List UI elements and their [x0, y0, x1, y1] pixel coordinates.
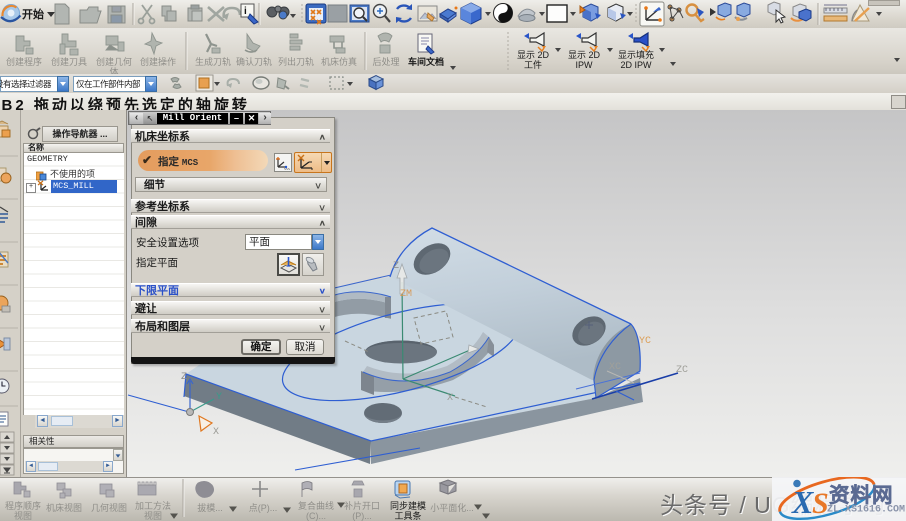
svg-text:ZM: ZM [400, 289, 412, 300]
svg-text:i: i [244, 6, 247, 17]
svg-text:Z: Z [181, 372, 187, 383]
svg-text:资料网: 资料网 [829, 483, 894, 507]
svg-text:X: X [447, 393, 453, 404]
svg-text:ZL.XS1616.COM: ZL.XS1616.COM [827, 505, 905, 516]
svg-text:YC: YC [639, 336, 651, 347]
svg-text:Z: Z [393, 261, 399, 272]
svg-text:X: X [791, 484, 814, 520]
svg-text:开始: 开始 [22, 7, 44, 21]
svg-text:ZC: ZC [676, 365, 688, 376]
svg-text:X: X [213, 427, 219, 438]
svg-text:Y: Y [216, 392, 222, 403]
svg-text:XC: XC [609, 362, 621, 373]
